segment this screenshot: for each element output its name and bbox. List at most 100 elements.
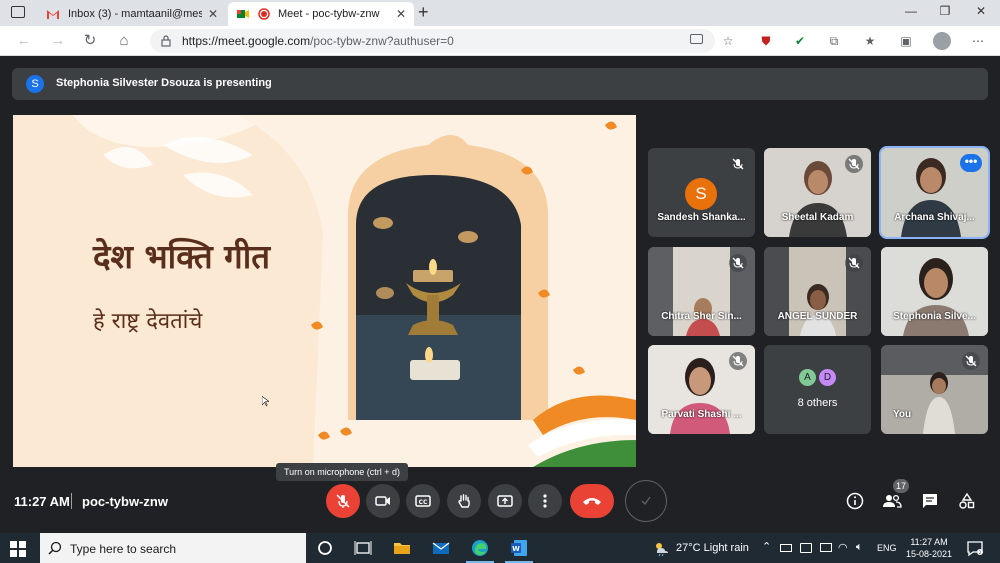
collections-icon[interactable]: ▣ [898,33,914,49]
profile-avatar[interactable] [933,32,951,50]
search-placeholder: Type here to search [70,542,177,556]
camera-toggle-button[interactable] [366,484,400,518]
battery-icon[interactable] [780,544,792,552]
participant-avatar: A [799,369,816,386]
extensions-icon[interactable]: ⧉ [826,33,842,49]
windows-start-icon[interactable] [10,541,26,557]
presenting-banner: S Stephonia Silvester Dsouza is presenti… [12,68,988,100]
url-path: /poc-tybw-znw?authuser=0 [310,34,454,48]
captions-icon: CC [415,495,431,507]
weather-text[interactable]: 27°C Light rain [676,542,749,554]
close-icon[interactable]: ✕ [396,7,406,21]
notifications-icon[interactable]: 2 [966,539,984,557]
mic-off-icon [845,155,863,173]
address-bar[interactable]: https://meet.google.com/poc-tybw-znw?aut… [150,29,715,53]
wifi-icon[interactable]: ◠ [838,541,848,554]
home-icon[interactable]: ⌂ [114,32,134,50]
video-camera-icon [375,496,390,506]
chat-button[interactable] [919,490,941,512]
browser-tab-bar: Inbox (3) - mamtaanil@mes.ac.in ✕ Meet -… [0,0,1000,26]
slide-subtitle: हे राष्ट्र देवतांचे [93,309,203,334]
mic-off-icon [336,494,350,508]
captions-button[interactable]: CC [406,484,440,518]
participant-tile[interactable]: Chitra Sher Sin... [648,247,755,336]
taskbar-search-box[interactable]: Type here to search [40,533,306,563]
presenter-avatar: S [26,75,44,93]
presentation-slide: देश भक्ति गीत हे राष्ट्र देवतांचे [13,115,636,467]
camera-icon[interactable] [690,34,703,44]
taskbar-clock[interactable]: 11:27 AM 15-08-2021 [904,536,954,560]
raise-hand-button[interactable] [447,484,481,518]
people-button[interactable] [881,490,903,512]
others-tile[interactable]: A D 8 others [764,345,871,434]
participant-name: Parvati Shashi ... [661,409,742,420]
more-options-button[interactable]: ••• [960,154,982,172]
file-explorer-icon[interactable] [393,539,411,557]
tab-inbox[interactable]: Inbox (3) - mamtaanil@mes.ac.in ✕ [38,2,226,26]
participant-name: Archana Shivaj... [894,212,975,223]
activities-icon [959,492,975,509]
hand-icon [458,494,470,508]
minimize-icon[interactable]: — [896,4,926,18]
recording-icon [258,8,270,20]
participant-tile[interactable]: Stephonia Silve... [881,247,988,336]
mic-off-icon [729,155,747,173]
reload-icon[interactable]: ↻ [80,32,100,50]
favorites-icon[interactable]: ★ [862,33,878,49]
participant-tile[interactable]: S Sandesh Shanka... [648,148,755,237]
reaction-ring[interactable] [625,480,667,522]
participant-tile[interactable]: ANGEL SUNDER [764,247,871,336]
info-icon [846,492,864,510]
new-tab-button[interactable]: + [418,2,429,23]
checkmark-extension-icon[interactable]: ✔ [792,33,808,49]
tab-label: Inbox (3) - mamtaanil@mes.ac.in [68,8,202,20]
participant-tile[interactable]: Parvati Shashi ... [648,345,755,434]
mic-off-icon [845,254,863,272]
shield-extension-icon[interactable]: ⛊ [758,33,774,49]
cortana-icon[interactable] [316,539,334,557]
restore-icon[interactable]: ❐ [930,4,960,18]
chevron-up-icon[interactable]: ⌃ [762,540,771,553]
close-icon[interactable]: ✕ [208,7,218,21]
participant-name: Chitra Sher Sin... [661,311,742,322]
gmail-icon [47,10,59,19]
url-host: https://meet.google.com [182,34,311,48]
leave-call-button[interactable] [570,484,614,518]
tab-actions-icon[interactable] [11,6,25,18]
participant-tile-self[interactable]: You [881,345,988,434]
meet-icon [237,10,249,18]
svg-text:W: W [512,545,520,553]
divider [71,493,72,509]
word-icon[interactable]: W [510,539,528,557]
mic-tooltip: Turn on microphone (ctrl + d) [276,463,408,481]
input-language[interactable]: ENG [877,543,897,553]
mail-icon[interactable] [432,539,450,557]
more-options-button[interactable] [528,484,562,518]
favorites-add-icon[interactable]: ☆ [720,33,736,49]
participant-tile[interactable]: Sheetal Kadam [764,148,871,237]
lock-icon[interactable] [161,35,171,47]
participant-name: You [893,409,912,420]
meeting-details-button[interactable] [844,490,866,512]
display-icon[interactable] [820,543,832,552]
volume-icon[interactable]: 🔈︎ [856,541,863,554]
edge-browser-icon[interactable] [471,539,489,557]
task-view-icon[interactable] [354,539,372,557]
slide-title: देश भक्ति गीत [93,237,271,276]
svg-text:2: 2 [979,550,982,555]
close-window-icon[interactable]: ✕ [966,4,996,18]
participant-name: ANGEL SUNDER [777,311,858,322]
microphone-toggle-button[interactable] [326,484,360,518]
forward-icon[interactable]: → [48,32,68,50]
participant-tile[interactable]: ••• Archana Shivaj... [879,146,990,239]
back-icon[interactable]: ← [14,32,34,50]
activities-button[interactable] [956,490,978,512]
network-adapter-icon[interactable] [800,543,812,553]
url-text: https://meet.google.com/poc-tybw-znw?aut… [182,34,454,48]
participant-avatar: D [819,369,836,386]
present-screen-button[interactable] [488,484,522,518]
weather-icon[interactable] [652,539,670,557]
more-options-icon[interactable]: ⋯ [970,33,986,49]
clock-time: 11:27 AM [910,537,948,547]
tab-meet[interactable]: Meet - poc-tybw-znw ✕ [228,2,414,26]
